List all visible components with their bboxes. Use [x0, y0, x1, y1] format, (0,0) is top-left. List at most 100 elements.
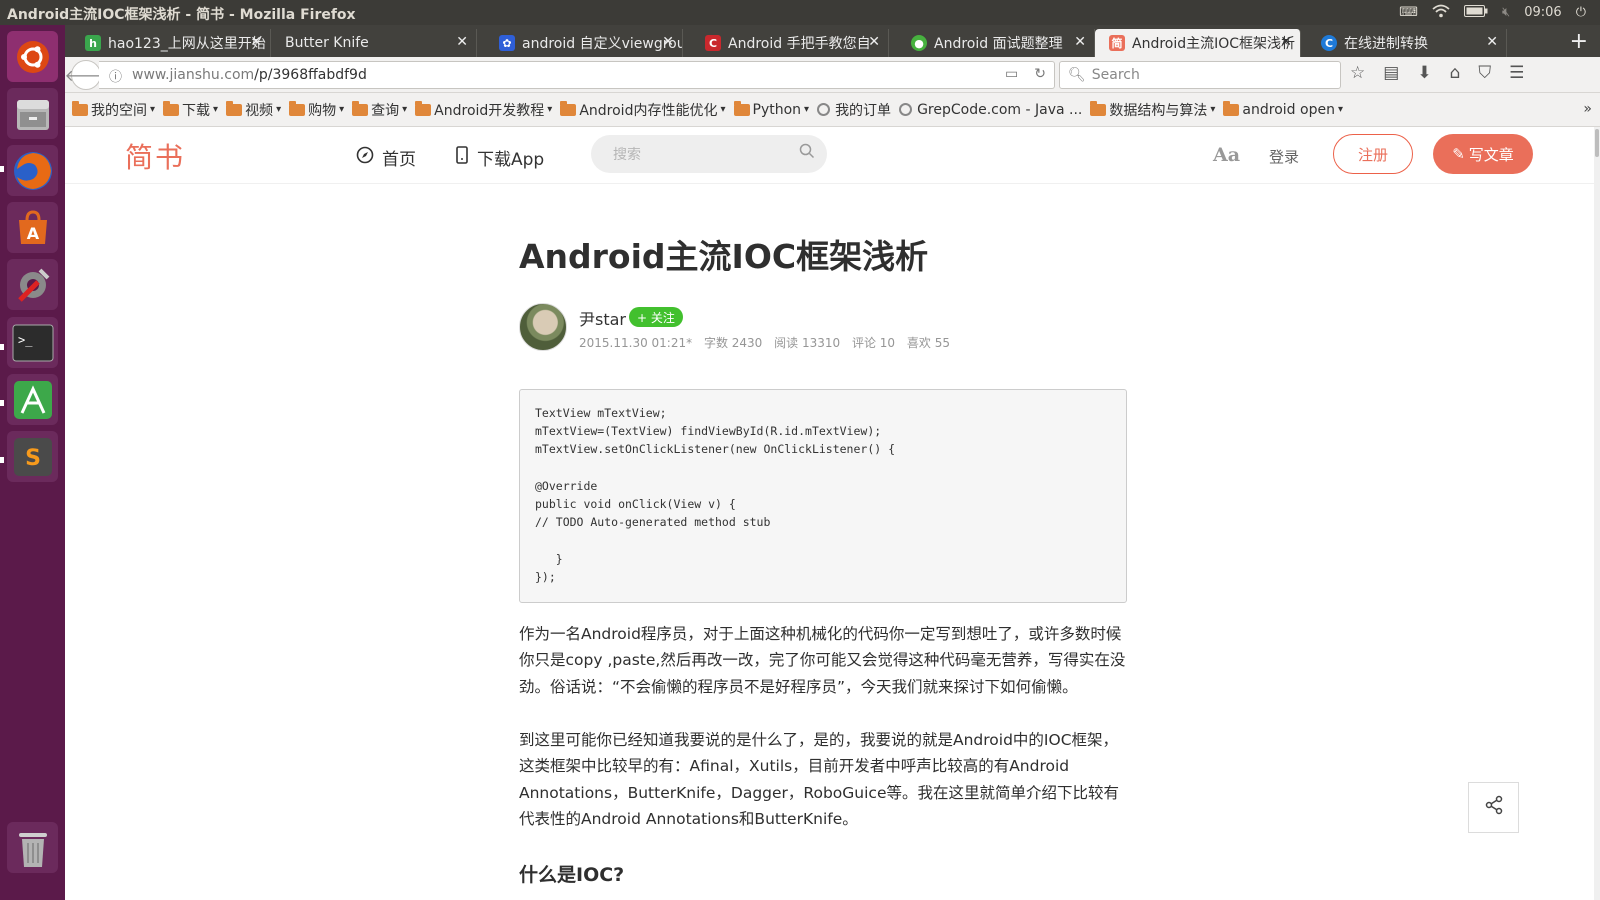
- battery-icon[interactable]: [1464, 4, 1488, 21]
- new-tab-button[interactable]: +: [1570, 29, 1588, 54]
- firefox-icon[interactable]: [7, 145, 58, 196]
- bookmark-folder-android-memory[interactable]: Android内存性能优化 ▾: [560, 100, 726, 120]
- trash-icon[interactable]: [7, 822, 58, 873]
- back-button[interactable]: 🡐: [65, 60, 107, 90]
- share-button[interactable]: [1468, 782, 1519, 833]
- close-icon[interactable]: ✕: [1486, 34, 1498, 50]
- clock[interactable]: 09:06: [1524, 5, 1561, 20]
- close-icon[interactable]: ✕: [868, 34, 880, 50]
- info-icon[interactable]: ⓘ: [109, 66, 122, 85]
- c-site-icon: C: [1321, 35, 1337, 51]
- ubuntu-dash-icon[interactable]: [7, 31, 58, 82]
- svg-text:A: A: [26, 224, 39, 243]
- sublime-text-icon[interactable]: S: [7, 431, 58, 482]
- close-icon[interactable]: ✕: [1280, 34, 1292, 50]
- section-heading: 什么是IOC?: [519, 864, 625, 886]
- launcher-running-indicator: [0, 457, 4, 463]
- bookmark-folder-shopping[interactable]: 购物 ▾: [289, 100, 344, 120]
- tab-label: Android 面试题整理: [934, 36, 1063, 52]
- signup-button[interactable]: 注册: [1333, 134, 1413, 174]
- reload-icon[interactable]: ↻: [1034, 66, 1046, 82]
- site-logo[interactable]: 简书: [125, 136, 185, 176]
- close-icon[interactable]: ✕: [250, 34, 262, 50]
- globe-icon: [899, 103, 913, 116]
- follow-button[interactable]: + 关注: [629, 307, 683, 327]
- url-host: www.jianshu.com: [132, 67, 255, 83]
- bookmark-label: Python: [752, 101, 802, 118]
- site-search-input[interactable]: 搜索: [591, 135, 827, 173]
- bookmarks-menu-icon[interactable]: ▤: [1383, 63, 1399, 83]
- bookmark-my-orders[interactable]: 我的订单: [817, 100, 891, 120]
- close-icon[interactable]: ✕: [456, 34, 468, 50]
- software-center-icon[interactable]: A: [7, 202, 58, 253]
- avatar[interactable]: [519, 303, 567, 351]
- wifi-icon[interactable]: [1432, 4, 1450, 22]
- nav-download-app[interactable]: 下载App: [455, 145, 544, 170]
- close-icon[interactable]: ✕: [1074, 34, 1086, 50]
- font-toggle-button[interactable]: Aa: [1213, 144, 1240, 166]
- bookmark-label: 我的空间: [91, 102, 147, 119]
- compass-icon: [356, 146, 374, 169]
- android-studio-icon[interactable]: [7, 374, 58, 425]
- nav-home[interactable]: 首页: [356, 145, 416, 170]
- reader-view-icon[interactable]: ▭: [1005, 66, 1018, 82]
- bookmark-folder-python[interactable]: Python ▾: [733, 100, 809, 118]
- os-top-bar: Android主流IOC框架浅析 - 简书 - Mozilla Firefox …: [0, 0, 1600, 25]
- tab-android-viewgroup[interactable]: ✿ android 自定义viewgroup ✕: [477, 29, 683, 57]
- chevron-down-icon: ▾: [1337, 104, 1343, 115]
- bookmark-folder-android-tutorial[interactable]: Android开发教程 ▾: [415, 100, 552, 120]
- bookmark-folder-query[interactable]: 查询 ▾: [352, 100, 407, 120]
- bookmark-folder-android-open[interactable]: android open ▾: [1223, 100, 1343, 118]
- search-input[interactable]: 🔍︎ Search: [1059, 61, 1341, 89]
- like-count: 喜欢 55: [906, 336, 950, 350]
- bookmark-label: android open: [1242, 101, 1335, 118]
- chevron-down-icon: ▾: [150, 104, 156, 115]
- volume-muted-icon[interactable]: 🔇︎: [1502, 5, 1510, 20]
- hamburger-menu-icon[interactable]: ☰: [1509, 63, 1524, 83]
- download-icon[interactable]: ⬇: [1417, 63, 1431, 83]
- files-icon[interactable]: [7, 88, 58, 139]
- svg-text:S: S: [25, 446, 41, 471]
- home-icon[interactable]: ⌂: [1450, 63, 1461, 83]
- chevron-down-icon: ▾: [339, 104, 345, 115]
- keyboard-icon[interactable]: ⌨: [1399, 5, 1418, 20]
- bookmark-star-icon[interactable]: ☆: [1350, 63, 1365, 83]
- system-settings-icon[interactable]: [7, 259, 58, 310]
- scrollbar-thumb[interactable]: [1595, 129, 1599, 157]
- bookmarks-overflow-button[interactable]: »: [1583, 101, 1592, 117]
- tab-label: hao123_上网从这里开始: [108, 36, 266, 52]
- bookmark-folder-downloads[interactable]: 下载 ▾: [163, 100, 218, 120]
- chevron-down-icon: ▾: [276, 104, 282, 115]
- pen-icon: ✎: [1452, 145, 1465, 163]
- write-article-button[interactable]: ✎ 写文章: [1433, 134, 1533, 174]
- url-bar[interactable]: ⓘ www.jianshu.com/p/3968ffabdf9d ▭ ↻: [99, 61, 1055, 89]
- navigation-toolbar: 🡐 ⓘ www.jianshu.com/p/3968ffabdf9d ▭ ↻ 🔍…: [65, 57, 1600, 93]
- folder-icon: [289, 100, 306, 116]
- baidu-icon: ✿: [499, 35, 515, 51]
- bookmark-folder-data-structures[interactable]: 数据结构与算法 ▾: [1090, 100, 1215, 120]
- tab-hao123[interactable]: h hao123_上网从这里开始 ✕: [65, 29, 271, 57]
- tab-ioc-article[interactable]: 简 Android主流IOC框架浅析 ✕: [1095, 29, 1301, 57]
- power-icon[interactable]: ⏻: [1576, 5, 1586, 20]
- tab-base-converter[interactable]: C 在线进制转换 ✕: [1301, 29, 1507, 57]
- terminal-icon[interactable]: >_: [7, 317, 58, 368]
- bookmark-label: GrepCode.com - Java ...: [917, 101, 1083, 118]
- search-icon[interactable]: [799, 143, 815, 163]
- bookmark-grepcode[interactable]: GrepCode.com - Java ...: [899, 102, 1082, 118]
- folder-icon: [72, 100, 88, 116]
- wechat-icon: ●: [911, 35, 927, 51]
- bookmark-folder-video[interactable]: 视频 ▾: [226, 100, 281, 120]
- bookmark-folder-my-space[interactable]: 我的空间 ▾: [72, 100, 155, 120]
- close-icon[interactable]: ✕: [662, 34, 674, 50]
- tab-interview-questions[interactable]: ● Android 面试题整理 ✕: [889, 29, 1095, 57]
- author-name[interactable]: 尹star: [579, 306, 626, 330]
- tab-android-tutorial[interactable]: C Android 手把手教您自 ✕: [683, 29, 889, 57]
- pocket-icon[interactable]: ⛉: [1478, 63, 1491, 83]
- site-header: 简书 首页 下载App 搜索 Aa 登录 注册 ✎ 写文章: [65, 127, 1600, 184]
- page-scrollbar[interactable]: [1594, 127, 1600, 900]
- article-title: Android主流IOC框架浅析: [519, 237, 929, 276]
- paragraph: 作为一名Android程序员，对于上面这种机械化的代码你一定写到想吐了，或许多数…: [519, 625, 1126, 696]
- nav-home-label: 首页: [382, 150, 416, 170]
- tab-butter-knife[interactable]: Butter Knife ✕: [271, 29, 477, 57]
- login-link[interactable]: 登录: [1269, 146, 1299, 167]
